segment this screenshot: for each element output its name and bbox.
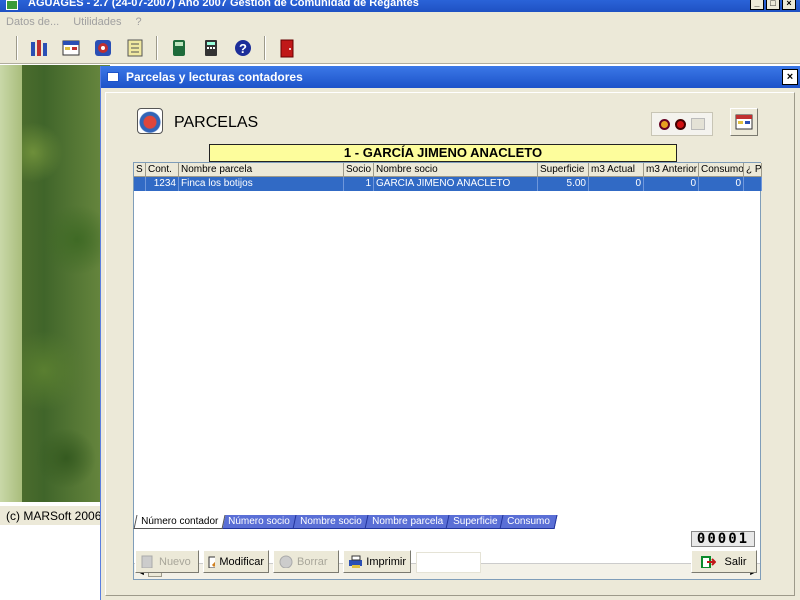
delete-icon	[279, 555, 293, 568]
tab-label: Consumo	[507, 516, 551, 527]
cell-m3-anterior: 0	[644, 177, 699, 191]
nuevo-button[interactable]: Nuevo	[135, 550, 199, 573]
meter-icon[interactable]	[90, 35, 116, 61]
column-header[interactable]: Socio	[344, 163, 374, 177]
tab-label: Número contador	[141, 516, 219, 527]
dialog-titlebar[interactable]: Parcelas y lecturas contadores ×	[101, 66, 800, 88]
cell-nombre-socio: GARCIA JIMENO ANACLETO	[374, 177, 538, 191]
borrar-button[interactable]: Borrar	[273, 550, 339, 573]
toolbar-separator	[156, 35, 158, 60]
edit-icon	[208, 556, 216, 568]
column-header[interactable]: Nombre socio	[374, 163, 538, 177]
orange-dot-icon[interactable]	[658, 118, 670, 130]
tab-numero-socio[interactable]: Número socio	[220, 515, 298, 529]
cell-socio: 1	[344, 177, 374, 191]
ledger-icon[interactable]	[122, 35, 148, 61]
tab-numero-contador[interactable]: Número contador	[133, 515, 226, 529]
main-titlebar: AGUAGES - 2.7 (24-07-2007) Año 2007 Gest…	[0, 0, 800, 12]
cell-p	[744, 177, 762, 191]
book-icon[interactable]	[691, 118, 706, 130]
table-row[interactable]: 1234 Finca los botijos 1 GARCIA JIMENO A…	[134, 177, 762, 191]
column-header[interactable]: Superficie	[538, 163, 589, 177]
view-options-button[interactable]	[730, 108, 758, 136]
tab-label: Superficie	[452, 516, 498, 527]
app-icon	[6, 0, 18, 10]
column-header[interactable]: m3 Anterior	[644, 163, 699, 177]
menu-help[interactable]: ?	[136, 16, 142, 28]
modificar-label: Modificar	[219, 555, 264, 568]
column-header[interactable]: Consumo	[699, 163, 744, 177]
main-close-button[interactable]: ×	[782, 0, 796, 10]
tab-superficie[interactable]: Superficie	[445, 515, 505, 529]
desktop-left-strip	[0, 65, 22, 502]
borrar-label: Borrar	[297, 555, 328, 568]
new-doc-icon	[141, 555, 153, 568]
dialog-close-button[interactable]: ×	[782, 69, 798, 85]
parcelas-logo-icon	[137, 108, 163, 134]
cell-m3-actual: 0	[589, 177, 644, 191]
main-bottom-area	[0, 525, 110, 600]
tab-consumo[interactable]: Consumo	[499, 515, 558, 529]
status-indicators	[651, 112, 713, 136]
toolbar: ?	[0, 32, 800, 64]
calculator-icon[interactable]	[198, 35, 224, 61]
cell-superficie: 5.00	[538, 177, 589, 191]
grid-header: S Cont. Nombre parcela Socio Nombre soci…	[134, 163, 762, 177]
exit-door-icon[interactable]	[274, 35, 300, 61]
minimize-button[interactable]: _	[750, 0, 764, 10]
cell-parcela: Finca los botijos	[179, 177, 344, 191]
column-header[interactable]: m3 Actual	[589, 163, 644, 177]
people-icon[interactable]	[26, 35, 52, 61]
record-counter: 00001	[691, 531, 755, 547]
column-header[interactable]: Nombre parcela	[179, 163, 344, 177]
dialog-title: Parcelas y lecturas contadores	[126, 70, 303, 84]
tab-nombre-socio[interactable]: Nombre socio	[292, 515, 370, 529]
printer-icon	[349, 555, 363, 568]
status-bar: (c) MARSoft 2006-	[0, 505, 110, 525]
main-window-title: AGUAGES - 2.7 (24-07-2007) Año 2007 Gest…	[28, 0, 419, 9]
modificar-button[interactable]: Modificar	[203, 550, 269, 573]
column-header[interactable]: S	[134, 163, 146, 177]
column-header[interactable]: Cont.	[146, 163, 179, 177]
cell-consumo: 0	[699, 177, 744, 191]
nuevo-label: Nuevo	[159, 555, 191, 568]
salir-label: Salir	[724, 555, 747, 568]
tab-label: Nombre parcela	[371, 516, 443, 527]
salir-button[interactable]: Salir	[691, 550, 757, 573]
section-title: PARCELAS	[174, 114, 259, 131]
tab-label: Número socio	[228, 516, 291, 527]
info-field	[416, 552, 481, 573]
help-icon[interactable]: ?	[230, 35, 256, 61]
imprimir-button[interactable]: Imprimir	[343, 550, 411, 573]
menu-utilidades[interactable]: Utilidades	[73, 16, 121, 28]
calculator-green-icon[interactable]	[166, 35, 192, 61]
svg-text:?: ?	[239, 41, 247, 56]
red-dot-icon[interactable]	[674, 118, 686, 130]
exit-icon	[701, 556, 717, 568]
grid-icon[interactable]	[58, 35, 84, 61]
window-icon	[107, 72, 119, 82]
grid-icon	[735, 114, 753, 130]
cell-contador: 1234	[146, 177, 179, 191]
cell-s	[134, 177, 146, 191]
column-header[interactable]: ¿ P	[744, 163, 762, 177]
sort-tabs: Número contador Número socio Nombre soci…	[133, 515, 558, 529]
tab-nombre-parcela[interactable]: Nombre parcela	[364, 515, 451, 529]
maximize-button[interactable]: □	[766, 0, 780, 10]
socio-banner: 1 - GARCÍA JIMENO ANACLETO	[209, 144, 677, 162]
toolbar-separator	[264, 35, 266, 60]
menubar: Datos de... Utilidades ?	[0, 12, 800, 32]
toolbar-separator	[16, 35, 18, 60]
imprimir-label: Imprimir	[366, 555, 406, 568]
tab-label: Nombre socio	[300, 516, 362, 527]
menu-datos[interactable]: Datos de...	[6, 16, 59, 28]
parcelas-dialog: Parcelas y lecturas contadores × PARCELA…	[100, 66, 800, 600]
